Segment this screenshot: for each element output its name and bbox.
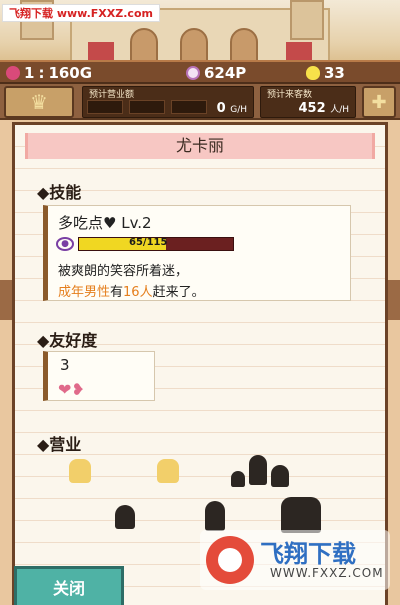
plus-icon: ✚ (371, 91, 387, 113)
gold-stat: 1: 160G (6, 63, 92, 83)
right-arrow[interactable] (386, 280, 400, 320)
crown-icon: ♛ (30, 90, 48, 114)
tower (290, 0, 324, 40)
skill-card: 多吃点♥ Lv.2 ● 65/115 被爽朗的笑容所着迷， 成年男性有16人赶来… (43, 205, 351, 301)
egg-value: 33 (324, 64, 345, 82)
xp-bar: 65/115 (78, 237, 234, 251)
revenue-value: 0 G/H (216, 101, 247, 116)
game-screen: 飞翔下载 www.FXXZ.com 1: 160G 624P 33 ♛ 预计营业… (0, 0, 400, 605)
visitors-label: 预计来客数 (267, 90, 313, 100)
segment (87, 100, 123, 114)
egg-stat: 33 (306, 63, 345, 83)
site-watermark-top: 飞翔下载 www.FXXZ.com (2, 4, 160, 22)
visitors-value: 452 人/H (298, 101, 349, 116)
friendship-value: 3 (60, 356, 70, 374)
revenue-label: 预计营业额 (89, 90, 135, 100)
resource-bar: 1: 160G 624P 33 (0, 60, 400, 84)
plus-button[interactable]: ✚ (362, 86, 396, 118)
crown-button[interactable]: ♛ (4, 86, 74, 118)
xp-icon: ● (56, 237, 74, 251)
gold-value: 160G (48, 64, 93, 82)
close-button[interactable]: 关闭 (14, 566, 124, 605)
heart-icon: ❤❥ (58, 380, 85, 399)
friendship-heading: ◆友好度 (37, 331, 98, 350)
skill-description-2: 成年男性有16人赶来了。 (58, 285, 205, 300)
watermark-title: 飞翔下载 (260, 540, 356, 568)
business-heading: ◆营业 (37, 435, 82, 454)
segment (171, 100, 207, 114)
points-icon (186, 66, 200, 80)
estimate-bar: ♛ 预计营业额 0 G/H 预计来客数 452 人/H ✚ (0, 84, 400, 120)
silhouette-sprite (271, 465, 289, 487)
egg-icon (306, 66, 320, 80)
silhouette-sprite (205, 501, 225, 531)
rank-value: 1 (24, 64, 35, 82)
customer-sprite (157, 459, 179, 483)
rank-icon (6, 66, 20, 80)
watermark-url: WWW.FXXZ.COM (270, 566, 384, 580)
silhouette-sprite (249, 455, 267, 485)
xp-text: 65/115 (129, 237, 168, 248)
silhouette-sprite (115, 505, 135, 529)
silhouette-sprite (231, 471, 245, 487)
customer-sprite (69, 459, 91, 483)
silhouette-sprite (281, 497, 321, 533)
revenue-estimate: 预计营业额 0 G/H (82, 86, 254, 118)
points-value: 624P (204, 64, 247, 82)
visitor-estimate: 预计来客数 452 人/H (260, 86, 356, 118)
panel-title: 尤卡丽 (25, 133, 375, 159)
points-stat: 624P (186, 63, 246, 83)
friendship-card: 3 ❤❥ (43, 351, 155, 401)
segment (129, 100, 165, 114)
skill-heading: ◆技能 (37, 183, 82, 202)
skill-description-1: 被爽朗的笑容所着迷， (58, 264, 189, 279)
skill-name: 多吃点♥ Lv.2 (58, 214, 152, 232)
site-watermark-bottom: 飞翔下载 WWW.FXXZ.COM (200, 530, 390, 590)
watermark-logo-icon (206, 536, 254, 584)
